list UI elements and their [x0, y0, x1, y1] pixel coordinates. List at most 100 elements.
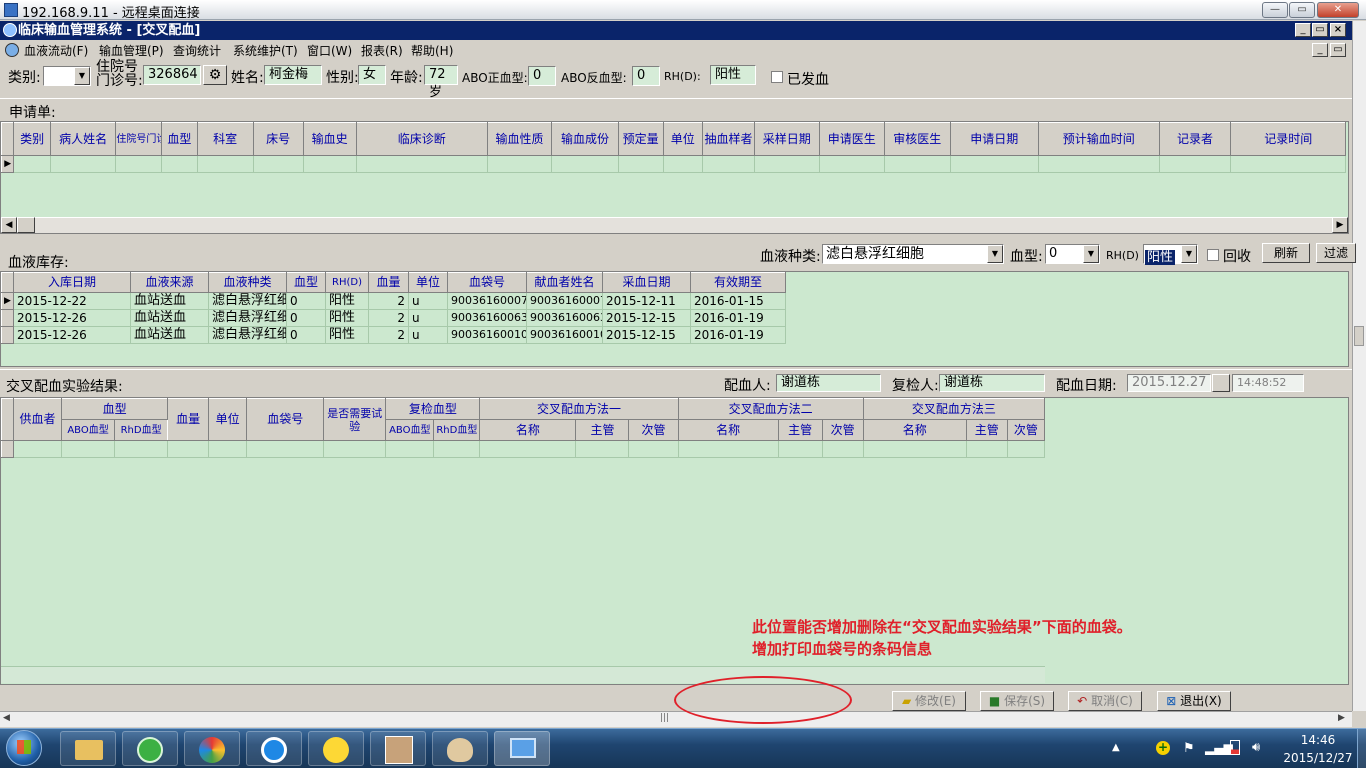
chevron-down-icon[interactable]: ▼ — [74, 67, 90, 85]
col-m1-major[interactable]: 主管 — [575, 419, 630, 441]
cell-volume[interactable]: 2 — [368, 326, 409, 344]
col-patient-name[interactable]: 病人姓名 — [49, 122, 117, 156]
table-row[interactable]: 2015-12-26 血站送血 滤白悬浮红细胞 0 阳性 2 u 9003616… — [1, 309, 786, 327]
tray-expand-icon[interactable]: ▲ — [1112, 742, 1120, 753]
cell-rh[interactable]: 阳性 — [325, 292, 369, 310]
menu-system-maint[interactable]: 系统维护(T) — [233, 42, 298, 59]
cell-expiry-date[interactable]: 2016-01-19 — [690, 309, 786, 327]
col-collect-date[interactable]: 采血日期 — [602, 272, 691, 293]
cell-unit[interactable]: u — [408, 309, 448, 327]
cell-unit[interactable]: u — [408, 292, 448, 310]
table-row[interactable]: ▶ 2015-12-22 血站送血 滤白悬浮红细胞 0 阳性 2 u 90036… — [1, 292, 786, 310]
outer-scroll-thumb[interactable] — [1354, 326, 1364, 346]
inventory-blood-type-select[interactable]: 0 ▼ — [1045, 244, 1100, 264]
chevron-down-icon[interactable]: ▼ — [987, 245, 1003, 263]
chevron-down-icon[interactable]: ▼ — [1181, 245, 1197, 263]
minimize-button[interactable]: — — [1262, 2, 1288, 18]
col-rhd-type[interactable]: RhD血型 — [114, 419, 169, 441]
rh-field[interactable]: 阳性 — [710, 65, 756, 85]
menu-transfusion-mgmt[interactable]: 输血管理(P) — [99, 42, 164, 59]
col-blood-type[interactable]: 血型 — [286, 272, 326, 293]
col-sample-date[interactable]: 采样日期 — [754, 122, 820, 156]
col-transfusion-history[interactable]: 输血史 — [302, 122, 357, 156]
calendar-icon[interactable] — [1212, 374, 1230, 392]
patient-name-field[interactable]: 柯金梅 — [264, 65, 322, 85]
col-group-recheck-type[interactable]: 复检血型 — [385, 398, 481, 420]
cell-blood-kind[interactable]: 滤白悬浮红细胞 — [208, 309, 287, 327]
table-row[interactable]: ▶ — [0, 155, 1346, 173]
app-minimize-button[interactable]: _ — [1295, 23, 1311, 37]
col-expected-time[interactable]: 预计输血时间 — [1037, 122, 1160, 156]
network-icon[interactable]: ▂▄▆ — [1205, 741, 1233, 755]
col-m3-minor[interactable]: 次管 — [1006, 419, 1046, 441]
col-abo-type[interactable]: ABO血型 — [61, 419, 116, 441]
taskbar-remote-desktop[interactable] — [494, 731, 550, 766]
cell-blood-kind[interactable]: 滤白悬浮红细胞 — [208, 326, 287, 344]
cell-rh[interactable]: 阳性 — [325, 309, 369, 327]
cell-unit[interactable]: u — [408, 326, 448, 344]
col-unit[interactable]: 单位 — [662, 122, 704, 156]
application-hscrollbar[interactable] — [1, 217, 1348, 233]
col-unit[interactable]: 单位 — [208, 398, 248, 441]
cell-collect-date[interactable]: 2015-12-15 — [602, 326, 691, 344]
scroll-right-icon[interactable]: ▶ — [1338, 713, 1345, 723]
col-bed-no[interactable]: 床号 — [252, 122, 304, 156]
col-blood-type[interactable]: 血型 — [161, 122, 198, 156]
menu-help[interactable]: 帮助(H) — [411, 42, 453, 59]
col-requesting-doctor[interactable]: 申请医生 — [818, 122, 886, 156]
category-select[interactable]: ▼ — [43, 66, 91, 86]
cell-blood-type[interactable]: 0 — [286, 292, 326, 310]
flag-icon[interactable]: ⚑ — [1183, 741, 1195, 756]
menu-window[interactable]: 窗口(W) — [307, 42, 352, 59]
col-blood-kind[interactable]: 血液种类 — [208, 272, 287, 293]
clock-date[interactable]: 2015/12/27 — [1280, 751, 1356, 765]
recycle-checkbox[interactable] — [1207, 249, 1219, 261]
abo-forward-field[interactable]: 0 — [528, 66, 556, 86]
taskbar-music[interactable] — [308, 731, 364, 766]
col-expiry-date[interactable]: 有效期至 — [690, 272, 786, 293]
col-record-time[interactable]: 记录时间 — [1230, 122, 1346, 156]
cell-stock-date[interactable]: 2015-12-26 — [13, 309, 131, 327]
cell-bag-no[interactable]: 90036160063 — [447, 309, 527, 327]
col-recheck-rhd[interactable]: RhD血型 — [433, 419, 481, 441]
cancel-button[interactable]: ↶ 取消(C) — [1068, 691, 1142, 711]
inventory-rh-select[interactable]: 阳性 ▼ — [1143, 244, 1198, 265]
col-donor-name[interactable]: 献血者姓名 — [526, 272, 603, 293]
col-transfusion-nature[interactable]: 输血性质 — [486, 122, 553, 156]
show-desktop-button[interactable] — [1357, 729, 1366, 768]
app-restore-button[interactable]: ▭ — [1312, 23, 1328, 37]
col-department[interactable]: 科室 — [196, 122, 254, 156]
checker-field[interactable]: 谢道栋 — [939, 374, 1045, 392]
col-bag-no[interactable]: 血袋号 — [447, 272, 527, 293]
match-date-field[interactable]: 2015.12.27 — [1127, 374, 1211, 392]
taskbar-player[interactable] — [246, 731, 302, 766]
col-donor[interactable]: 供血者 — [12, 398, 63, 441]
col-volume[interactable]: 血量 — [167, 398, 210, 441]
filter-button[interactable]: 过滤 — [1316, 243, 1356, 263]
scroll-left-icon[interactable]: ◀ — [3, 713, 10, 723]
scroll-grip-icon[interactable]: ||| — [660, 713, 669, 723]
cell-collect-date[interactable]: 2015-12-11 — [602, 292, 691, 310]
col-group-method-3[interactable]: 交叉配血方法三 — [862, 398, 1046, 420]
col-m1-minor[interactable]: 次管 — [628, 419, 679, 441]
cell-source[interactable]: 血站送血 — [130, 326, 209, 344]
col-m2-major[interactable]: 主管 — [777, 419, 823, 441]
taskbar-image-app[interactable] — [370, 731, 426, 766]
col-sampler[interactable]: 抽血样者 — [702, 122, 756, 156]
cell-source[interactable]: 血站送血 — [130, 292, 209, 310]
cell-donor-name[interactable]: 90036160010 — [526, 326, 603, 344]
col-rh[interactable]: RH(D) — [325, 272, 369, 293]
col-hosp-no[interactable]: 住院号门诊号 — [115, 122, 163, 156]
tray-plus-icon[interactable]: + — [1156, 741, 1170, 755]
cell-expiry-date[interactable]: 2016-01-15 — [690, 292, 786, 310]
battery-icon[interactable] — [1230, 740, 1240, 755]
cell-collect-date[interactable]: 2015-12-15 — [602, 309, 691, 327]
col-diagnosis[interactable]: 临床诊断 — [355, 122, 488, 156]
modify-button[interactable]: ▰ 修改(E) — [892, 691, 966, 711]
col-volume[interactable]: 血量 — [368, 272, 409, 293]
col-group-method-2[interactable]: 交叉配血方法二 — [677, 398, 864, 420]
col-source[interactable]: 血液来源 — [130, 272, 209, 293]
taskbar-browser[interactable] — [184, 731, 240, 766]
blood-kind-select[interactable]: 滤白悬浮红细胞 ▼ — [822, 244, 1004, 264]
chevron-down-icon[interactable]: ▼ — [1083, 245, 1099, 263]
